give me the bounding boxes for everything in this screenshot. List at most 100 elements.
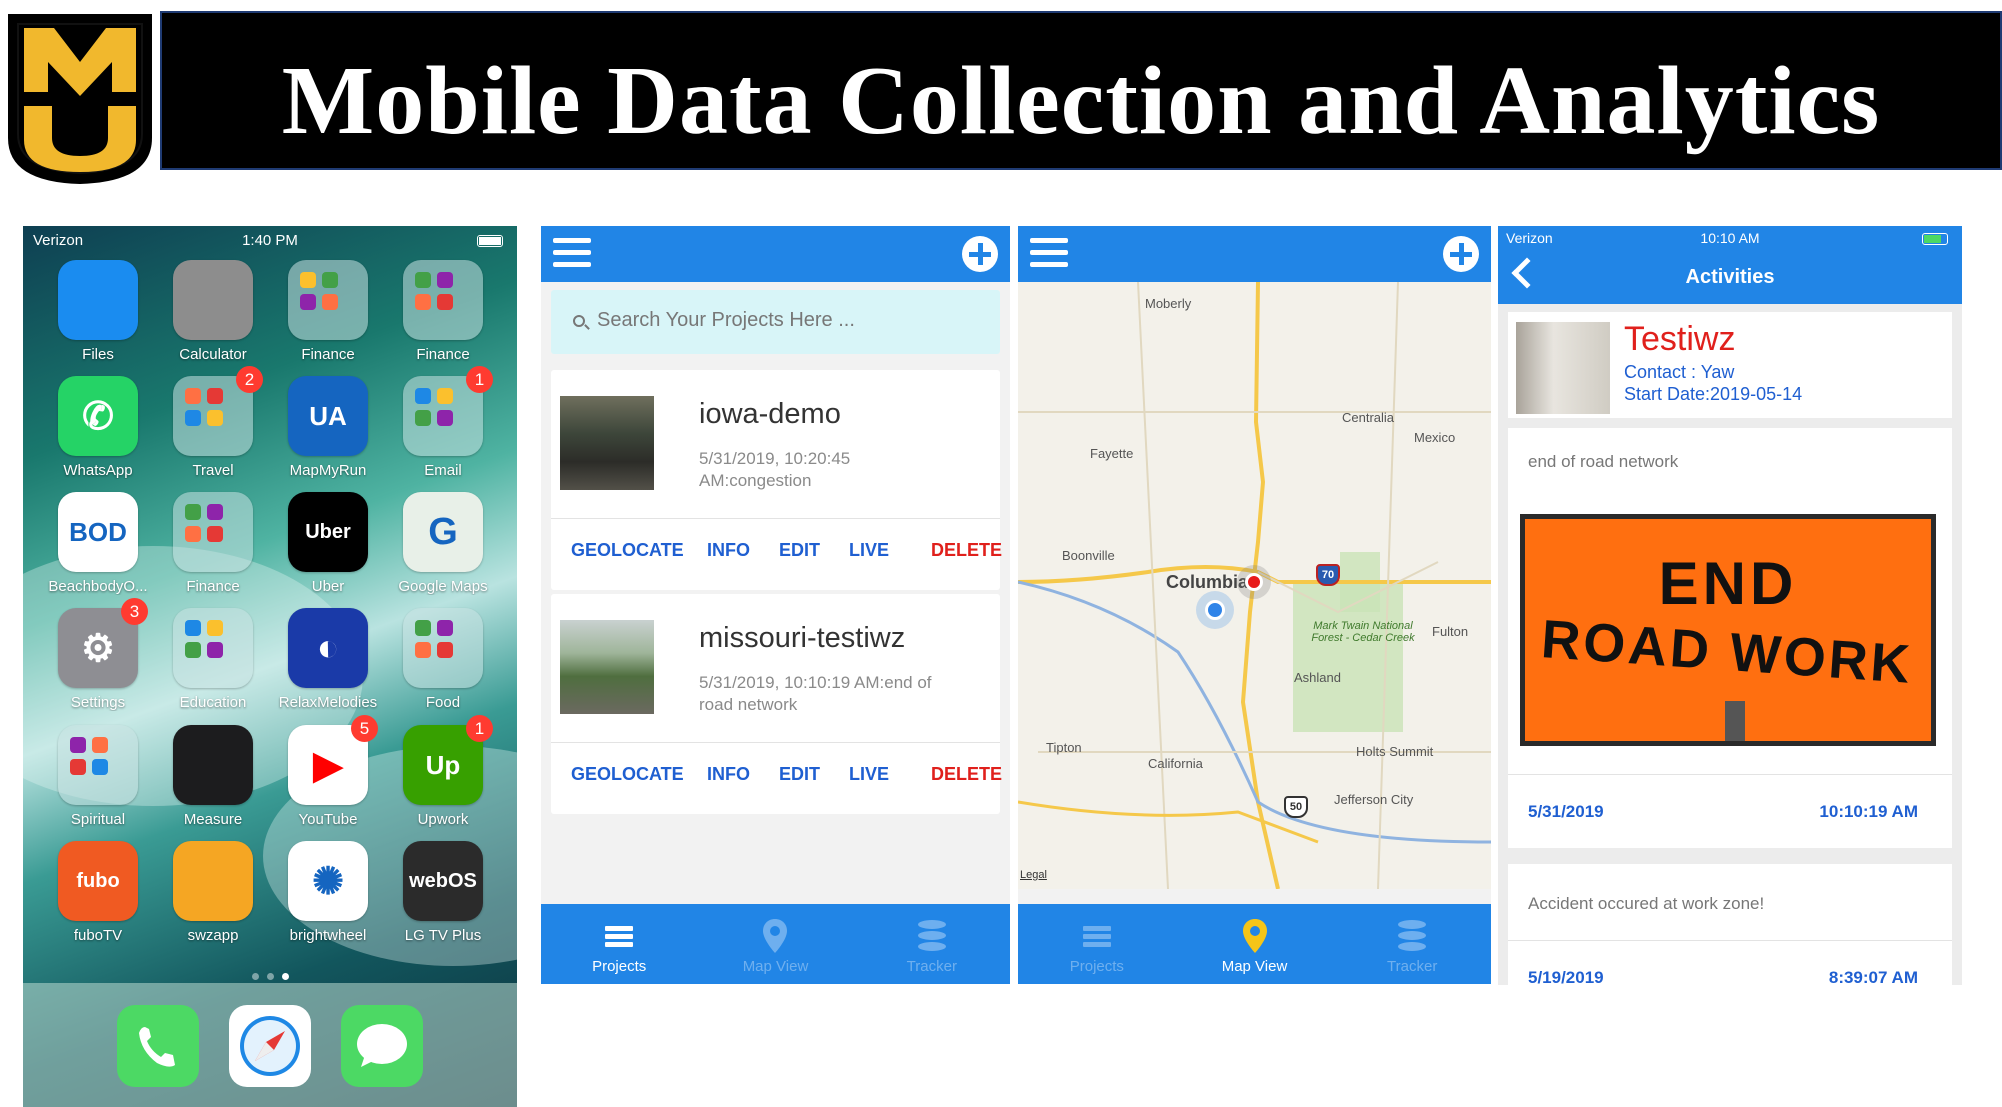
projects-screen: Search Your Projects Here ... iowa-demo …	[541, 226, 1010, 984]
tab-projects[interactable]: Projects	[541, 904, 697, 984]
list-icon	[1082, 923, 1111, 950]
app-beachbodyo[interactable]: BOD BeachbodyO...	[45, 492, 151, 595]
info-button[interactable]: INFO	[707, 540, 750, 561]
app-measure[interactable]: Measure	[160, 725, 266, 828]
project-thumbnail	[560, 396, 654, 490]
brightwheel-icon: ✺	[288, 841, 368, 921]
activity-card[interactable]: Accident occured at work zone! 5/19/2019…	[1508, 864, 1952, 985]
notification-badge: 1	[466, 715, 493, 742]
app-finance[interactable]: Finance	[390, 260, 496, 363]
activity-time: 10:10:19 AM	[1819, 802, 1918, 821]
activity-card[interactable]: end of road network END ROAD WORK 5/31/2…	[1508, 428, 1952, 848]
folder-icon	[58, 725, 138, 805]
search-input[interactable]: Search Your Projects Here ...	[551, 290, 1000, 354]
delete-button[interactable]: DELETE	[931, 540, 1002, 561]
app-label: Files	[82, 346, 114, 363]
app-files[interactable]: Files	[45, 260, 151, 363]
app-label: Calculator	[179, 346, 247, 363]
tab-tracker[interactable]: Tracker	[1333, 904, 1491, 984]
app-whatsapp[interactable]: ✆ WhatsApp	[45, 376, 151, 479]
project-thumbnail	[1516, 322, 1610, 414]
app-uber[interactable]: Uber Uber	[275, 492, 381, 595]
mu-logo	[8, 14, 152, 184]
add-project-button[interactable]	[1443, 236, 1479, 272]
app-label: fuboTV	[73, 927, 123, 944]
app-lg-tv-plus[interactable]: webOS LG TV Plus	[390, 841, 496, 944]
database-icon	[917, 920, 946, 952]
app-relaxmelodies[interactable]: ◐ RelaxMelodies	[275, 608, 381, 711]
live-button[interactable]: LIVE	[849, 764, 889, 785]
app-label: MapMyRun	[289, 462, 367, 479]
app-brightwheel[interactable]: ✺ brightwheel	[275, 841, 381, 944]
activity-note: end of road network	[1528, 452, 1679, 471]
app-swzapp[interactable]: swzapp	[160, 841, 266, 944]
app-label: Spiritual	[70, 811, 126, 828]
messages-icon[interactable]	[341, 1005, 423, 1087]
app-email[interactable]: 1 Email	[390, 366, 496, 479]
home-screen: Verizon 1:40 PM Files Calculator Finance Fi…	[23, 226, 517, 1107]
legal-link[interactable]: Legal	[1020, 869, 1047, 881]
map-screen: Moberly Centralia Mexico Fayette Boonvil…	[1018, 226, 1491, 984]
relaxmelodies-icon: ◐	[288, 608, 368, 688]
phone-icon[interactable]	[117, 1005, 199, 1087]
app-youtube[interactable]: ▶ 5 YouTube	[275, 715, 381, 828]
app-label: YouTube	[298, 811, 358, 828]
app-mapmyrun[interactable]: UA MapMyRun	[275, 376, 381, 479]
tab-bar: Projects Map View Tracker	[1018, 904, 1491, 984]
files-icon	[58, 260, 138, 340]
app-spiritual[interactable]: Spiritual	[45, 725, 151, 828]
app-label: Email	[424, 462, 462, 479]
geolocate-button[interactable]: GEOLOCATE	[571, 764, 684, 785]
app-label: BeachbodyO...	[48, 578, 148, 595]
edit-button[interactable]: EDIT	[779, 764, 820, 785]
app-google-maps[interactable]: G Google Maps	[390, 492, 496, 595]
app-label: Finance	[416, 346, 470, 363]
project-location-pin[interactable]	[1245, 573, 1263, 591]
project-meta: 5/31/2019, 10:10:19 AM:end of road netwo…	[699, 673, 932, 714]
app-education[interactable]: Education	[160, 608, 266, 711]
app-settings[interactable]: ⚙ 3 Settings	[45, 598, 151, 711]
mapmyrun-icon: UA	[288, 376, 368, 456]
map-pin-icon	[1242, 919, 1267, 953]
app-finance[interactable]: Finance	[275, 260, 381, 363]
app-upwork[interactable]: Up 1 Upwork	[390, 715, 496, 828]
map-view[interactable]: Moberly Centralia Mexico Fayette Boonvil…	[1018, 282, 1491, 889]
map-label: Moberly	[1145, 296, 1192, 311]
folder-icon	[288, 260, 368, 340]
live-button[interactable]: LIVE	[849, 540, 889, 561]
add-project-button[interactable]	[962, 236, 998, 272]
map-label: Ashland	[1294, 670, 1341, 685]
top-bar	[541, 226, 1010, 282]
menu-icon[interactable]	[553, 238, 591, 268]
app-label: Settings	[70, 694, 126, 711]
delete-button[interactable]: DELETE	[931, 764, 1002, 785]
app-label: LG TV Plus	[404, 927, 482, 944]
app-finance[interactable]: Finance	[160, 492, 266, 595]
safari-icon[interactable]	[229, 1005, 311, 1087]
app-label: Travel	[192, 462, 234, 479]
folder-icon	[173, 608, 253, 688]
project-card[interactable]: iowa-demo 5/31/2019, 10:20:45 AM:congest…	[551, 370, 1002, 590]
interstate-shield: 70	[1316, 564, 1340, 586]
project-card[interactable]: missouri-testiwz 5/31/2019, 10:10:19 AM:…	[551, 594, 1002, 814]
battery-icon	[1922, 233, 1948, 245]
tab-projects[interactable]: Projects	[1018, 904, 1176, 984]
geolocate-button[interactable]: GEOLOCATE	[571, 540, 684, 561]
app-label: WhatsApp	[63, 462, 133, 479]
tab-map-view[interactable]: Map View	[1176, 904, 1334, 984]
info-button[interactable]: INFO	[707, 764, 750, 785]
tab-map-view[interactable]: Map View	[697, 904, 853, 984]
measure-icon	[173, 725, 253, 805]
highway-shield: 50	[1284, 796, 1308, 818]
app-travel[interactable]: 2 Travel	[160, 366, 266, 479]
app-food[interactable]: Food	[390, 608, 496, 711]
app-fubotv[interactable]: fubo fuboTV	[45, 841, 151, 944]
upwork-icon: Up 1	[403, 715, 493, 805]
tab-tracker[interactable]: Tracker	[854, 904, 1010, 984]
app-calculator[interactable]: Calculator	[160, 260, 266, 363]
menu-icon[interactable]	[1030, 238, 1068, 268]
edit-button[interactable]: EDIT	[779, 540, 820, 561]
project-contact: Contact : Yaw	[1624, 362, 1735, 382]
clock: 10:10 AM	[1700, 230, 1760, 246]
beachbodyo--icon: BOD	[58, 492, 138, 572]
